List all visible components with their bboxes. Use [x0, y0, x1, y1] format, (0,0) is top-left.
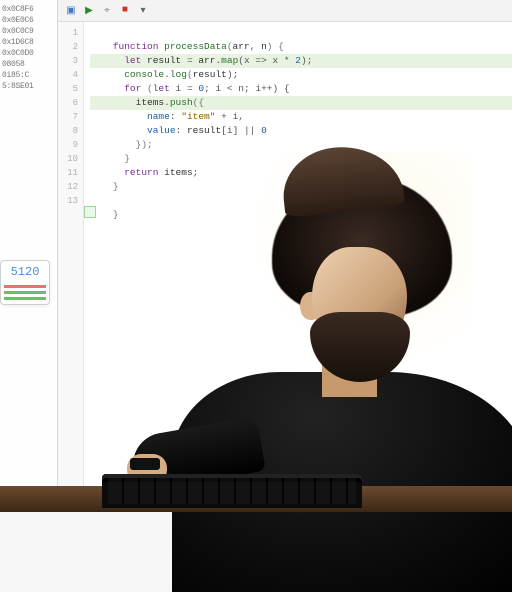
- line-number: 2: [58, 40, 83, 54]
- sidebar-hexline: 08058: [2, 59, 55, 70]
- sidebar-hexline: 0i85:C: [2, 70, 55, 81]
- line-number-gutter: 1 2 3 4 5 6 7 8 9 10 11 12 13: [58, 22, 84, 512]
- line-number: 7: [58, 110, 83, 124]
- line-number: 3: [58, 54, 83, 68]
- sidebar-hexline: 0x0E0C6: [2, 15, 55, 26]
- sidebar-hexline: 0x0C8F6: [2, 4, 55, 15]
- line-number: 6: [58, 96, 83, 110]
- info-panel-bars: [4, 285, 46, 300]
- line-number: 11: [58, 166, 83, 180]
- code-editor[interactable]: function processData(arr, n) { let resul…: [84, 22, 512, 512]
- sidebar-hexline: 0x0C0C9: [2, 26, 55, 37]
- project-sidebar-fragment: 0x0C8F6 0x0E0C6 0x0C0C9 0x1D6C8 0x0C0D0 …: [0, 0, 58, 512]
- code-line: [90, 180, 512, 194]
- sidebar-hexline: 5:8SE01: [2, 81, 55, 92]
- stop-icon[interactable]: ■: [118, 4, 132, 18]
- keyboard: [102, 474, 362, 508]
- line-number: 12: [58, 180, 83, 194]
- editor-toolbar: ▣ ▶ ⌖ ■ ▾: [58, 0, 512, 22]
- code-line: }: [90, 194, 512, 208]
- line-number: 9: [58, 138, 83, 152]
- chevron-down-icon[interactable]: ▾: [136, 4, 150, 18]
- save-icon[interactable]: ▣: [64, 4, 78, 18]
- line-number: 8: [58, 124, 83, 138]
- run-icon[interactable]: ▶: [82, 4, 96, 18]
- debug-icon[interactable]: ⌖: [100, 4, 114, 18]
- line-number: 10: [58, 152, 83, 166]
- line-number: 13: [58, 194, 83, 208]
- info-panel-value: 5120: [4, 265, 46, 279]
- line-number: 5: [58, 82, 83, 96]
- code-line: }: [90, 138, 512, 152]
- code-line: return items;: [90, 152, 512, 166]
- line-number: 4: [58, 68, 83, 82]
- line-number: 1: [58, 26, 83, 40]
- info-panel: 5120: [0, 260, 50, 305]
- cursor-marker: [84, 206, 96, 218]
- sidebar-hexline: 0x1D6C8: [2, 37, 55, 48]
- code-line: function processData(arr, n) {: [90, 26, 512, 40]
- sidebar-hexline: 0x0C0D0: [2, 48, 55, 59]
